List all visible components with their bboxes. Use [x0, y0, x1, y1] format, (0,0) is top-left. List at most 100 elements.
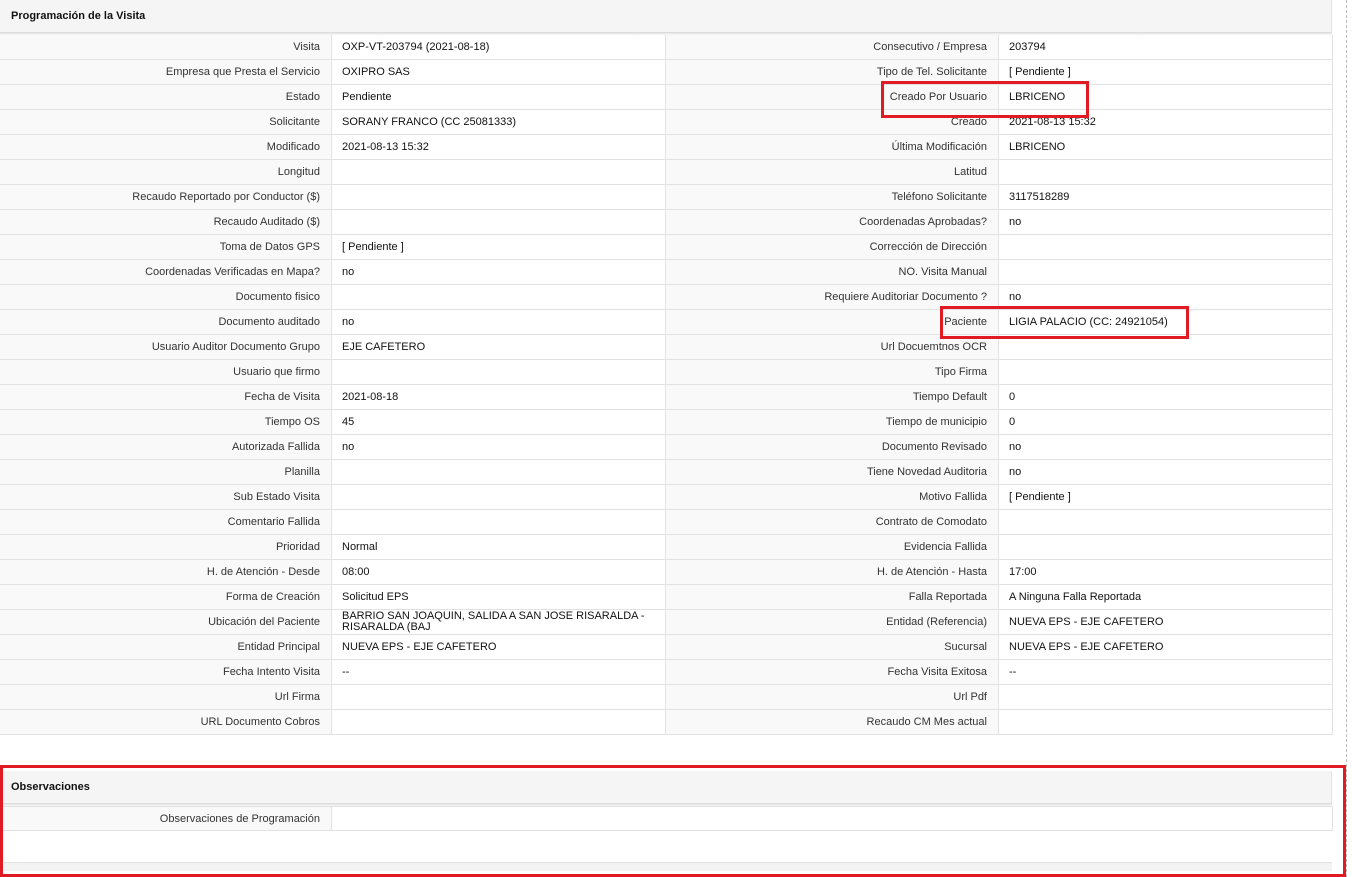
section-title: Programación de la Visita	[11, 10, 146, 22]
field-value: OXP-VT-203794 (2021-08-18)	[332, 35, 666, 60]
field-value: 45	[332, 410, 666, 435]
field-value: 2021-08-13 15:32	[332, 135, 666, 160]
field-value: Normal	[332, 535, 666, 560]
field-value: 203794	[999, 35, 1333, 60]
field-label: Tiene Novedad Auditoria	[666, 460, 999, 485]
field-label: Forma de Creación	[0, 585, 332, 610]
field-label: Entidad (Referencia)	[666, 610, 999, 635]
field-label: H. de Atención - Hasta	[666, 560, 999, 585]
field-label: Empresa que Presta el Servicio	[0, 60, 332, 85]
field-label: Motivo Fallida	[666, 485, 999, 510]
field-label: Entidad Principal	[0, 635, 332, 660]
field-value	[332, 485, 666, 510]
field-label: Tiempo de municipio	[666, 410, 999, 435]
field-label: Contrato de Comodato	[666, 510, 999, 535]
field-value: 3117518289	[999, 185, 1333, 210]
field-value	[332, 285, 666, 310]
observaciones-row: Observaciones de Programación	[0, 806, 1333, 831]
field-label: Requiere Auditoriar Documento ?	[666, 285, 999, 310]
field-value: LBRICENO	[999, 135, 1333, 160]
table-row: Tiempo OS 45 Tiempo de municipio 0	[0, 410, 1333, 435]
observaciones-label: Observaciones de Programación	[0, 806, 332, 831]
table-row: Visita OXP-VT-203794 (2021-08-18) Consecut…	[0, 35, 1333, 60]
field-value	[332, 210, 666, 235]
field-value: Solicitud EPS	[332, 585, 666, 610]
field-value: 17:00	[999, 560, 1333, 585]
table-row: H. de Atención - Desde 08:00 H. de Atenció…	[0, 560, 1333, 585]
table-row: Ubicación del Paciente BARRIO SAN JOAQUIN…	[0, 610, 1333, 635]
field-label: Fecha de Visita	[0, 385, 332, 410]
field-label: Recaudo Auditado ($)	[0, 210, 332, 235]
field-label: Recaudo Reportado por Conductor ($)	[0, 185, 332, 210]
field-label: NO. Visita Manual	[666, 260, 999, 285]
field-label: Tiempo OS	[0, 410, 332, 435]
field-value: no	[999, 435, 1333, 460]
table-row: Prioridad Normal Evidencia Fallida	[0, 535, 1333, 560]
field-label: Fecha Intento Visita	[0, 660, 332, 685]
field-label: Url Docuemtnos OCR	[666, 335, 999, 360]
table-row: Fecha Intento Visita -- Fecha Visita Exit…	[0, 660, 1333, 685]
table-row: Comentario Fallida Contrato de Comodato	[0, 510, 1333, 535]
field-value	[999, 710, 1333, 735]
field-value: 2021-08-18	[332, 385, 666, 410]
field-value	[332, 185, 666, 210]
table-row: Documento fisico Requiere Auditoriar Docu…	[0, 285, 1333, 310]
field-value: [ Pendiente ]	[999, 485, 1333, 510]
field-label: Recaudo CM Mes actual	[666, 710, 999, 735]
field-value: 0	[999, 410, 1333, 435]
field-label: Planilla	[0, 460, 332, 485]
field-label: Estado	[0, 85, 332, 110]
table-row: Planilla Tiene Novedad Auditoria no	[0, 460, 1333, 485]
table-row: Url Firma Url Pdf	[0, 685, 1333, 710]
table-row: Forma de Creación Solicitud EPS Falla Repo…	[0, 585, 1333, 610]
field-label: Tipo de Tel. Solicitante	[666, 60, 999, 85]
observaciones-value	[332, 806, 1333, 831]
field-label: Url Firma	[0, 685, 332, 710]
table-row: Fecha de Visita 2021-08-18 Tiempo Default…	[0, 385, 1333, 410]
table-row: Recaudo Reportado por Conductor ($) Teléf…	[0, 185, 1333, 210]
field-value	[999, 235, 1333, 260]
field-value	[999, 260, 1333, 285]
table-row: Sub Estado Visita Motivo Fallida[ Pendien…	[0, 485, 1333, 510]
field-label: H. de Atención - Desde	[0, 560, 332, 585]
field-value: --	[332, 660, 666, 685]
field-value: NUEVA EPS - EJE CAFETERO	[332, 635, 666, 660]
field-label: Ubicación del Paciente	[0, 610, 332, 635]
field-label: Sucursal	[666, 635, 999, 660]
field-label: Autorizada Fallida	[0, 435, 332, 460]
field-label: URL Documento Cobros	[0, 710, 332, 735]
field-value: no	[332, 435, 666, 460]
table-row: URL Documento Cobros Recaudo CM Mes actua…	[0, 710, 1333, 735]
field-label: Coordenadas Verificadas en Mapa?	[0, 260, 332, 285]
table-row: Recaudo Auditado ($) Coordenadas Aprobada…	[0, 210, 1333, 235]
field-label: Usuario Auditor Documento Grupo	[0, 335, 332, 360]
table-row: Modificado 2021-08-13 15:32 Última Modific…	[0, 135, 1333, 160]
field-label: Solicitante	[0, 110, 332, 135]
field-label: Latitud	[666, 160, 999, 185]
field-label: Creado	[666, 110, 999, 135]
field-value	[999, 535, 1333, 560]
field-value: A Ninguna Falla Reportada	[999, 585, 1333, 610]
table-row: Coordenadas Verificadas en Mapa? no NO. V…	[0, 260, 1333, 285]
field-value	[999, 335, 1333, 360]
field-label: Usuario que firmo	[0, 360, 332, 385]
field-value: [ Pendiente ]	[999, 60, 1333, 85]
field-value	[332, 360, 666, 385]
section-header-programacion: Programación de la Visita	[0, 0, 1332, 33]
field-value: NUEVA EPS - EJE CAFETERO	[999, 610, 1333, 635]
field-value: SORANY FRANCO (CC 25081333)	[332, 110, 666, 135]
observaciones-title: Observaciones	[11, 781, 90, 793]
field-value: Pendiente	[332, 85, 666, 110]
field-value	[332, 510, 666, 535]
field-value: EJE CAFETERO	[332, 335, 666, 360]
field-label: Paciente	[666, 310, 999, 335]
table-row: Entidad Principal NUEVA EPS - EJE CAFETER…	[0, 635, 1333, 660]
page-edge-guide	[1346, 0, 1347, 877]
field-value	[999, 360, 1333, 385]
field-label: Sub Estado Visita	[0, 485, 332, 510]
field-value: 0	[999, 385, 1333, 410]
field-value	[332, 710, 666, 735]
field-label: Visita	[0, 35, 332, 60]
field-label: Url Pdf	[666, 685, 999, 710]
visit-details-table: Visita OXP-VT-203794 (2021-08-18) Consecut…	[0, 35, 1333, 735]
